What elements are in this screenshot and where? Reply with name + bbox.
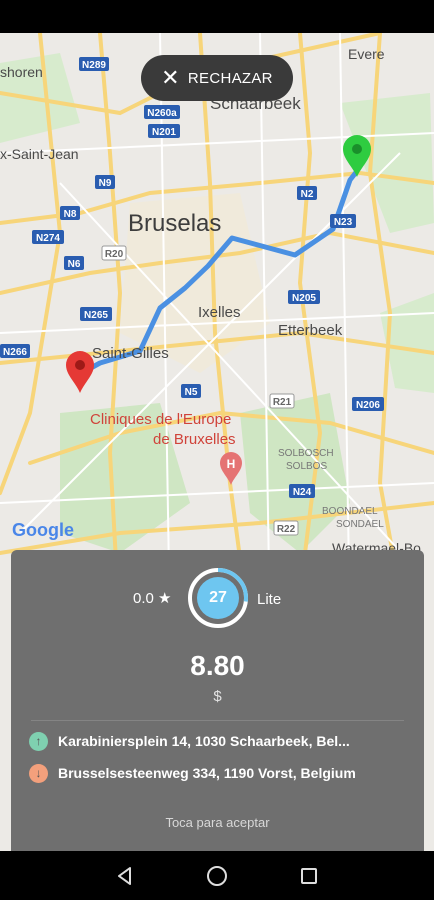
accept-hint: Toca para aceptar — [165, 815, 270, 830]
road-shield: N8 — [60, 206, 80, 220]
place-label: BOONDAEL — [322, 506, 378, 517]
place-label: de Bruxelles — [153, 431, 236, 448]
road-shield: N289 — [79, 57, 109, 71]
google-logo: Google — [12, 520, 74, 540]
road-shield: N6 — [64, 256, 84, 270]
place-label: Evere — [348, 46, 385, 62]
svg-text:N9: N9 — [99, 178, 112, 189]
city-label: Bruselas — [128, 210, 221, 237]
road-shield: N260a — [144, 105, 180, 119]
close-icon: ✕ — [161, 65, 180, 90]
road-shield: N24 — [289, 484, 315, 498]
fare-currency: $ — [213, 688, 222, 705]
road-shield: N23 — [330, 214, 356, 228]
dropoff-address: Brusselsesteenweg 334, 1190 Vorst, Belgi… — [58, 765, 356, 781]
road-shield: N206 — [352, 397, 384, 411]
ride-request-card[interactable]: 0.0 ★ 27 Lite 8.80 $ ↑ Karabiniersplein … — [11, 550, 424, 851]
rating-label: 0.0 ★ — [133, 590, 172, 607]
reject-button-label: RECHAZAR — [187, 69, 273, 87]
svg-text:N206: N206 — [356, 400, 380, 411]
svg-text:N6: N6 — [68, 259, 81, 270]
road-shield-label: N289 — [82, 60, 106, 71]
place-label: Etterbeek — [278, 322, 343, 339]
place-label: Ixelles — [198, 304, 241, 321]
svg-text:R22: R22 — [277, 524, 296, 535]
svg-text:N274: N274 — [36, 233, 60, 244]
road-shield: N2 — [297, 186, 317, 200]
svg-text:N5: N5 — [185, 387, 198, 398]
place-label: x-Saint-Jean — [0, 146, 79, 162]
road-shield: N205 — [288, 290, 320, 304]
place-label: Cliniques de l'Europe — [90, 411, 231, 428]
svg-text:N205: N205 — [292, 293, 316, 304]
road-shield: N274 — [32, 230, 64, 244]
svg-text:R20: R20 — [105, 249, 124, 260]
road-shield: N265 — [80, 307, 112, 321]
arrow-up-icon: ↑ — [29, 731, 48, 751]
svg-text:N265: N265 — [84, 310, 108, 321]
svg-text:N23: N23 — [334, 217, 353, 228]
svg-text:N8: N8 — [64, 209, 77, 220]
svg-text:N260a: N260a — [147, 108, 177, 119]
service-tier: Lite — [257, 591, 282, 608]
home-icon[interactable] — [204, 863, 230, 889]
road-shield: N266 — [0, 344, 30, 358]
road-shield: R21 — [269, 393, 295, 409]
road-shield: R22 — [273, 520, 299, 536]
road-shield: N201 — [148, 124, 180, 138]
recents-icon[interactable] — [296, 863, 322, 889]
svg-text:N266: N266 — [3, 347, 27, 358]
reject-button[interactable]: ✕ RECHAZAR — [141, 55, 293, 101]
ride-summary-row: 0.0 ★ 27 Lite — [11, 567, 424, 637]
divider — [31, 720, 404, 721]
dropoff-address-row: ↓ Brusselsesteenweg 334, 1190 Vorst, Bel… — [29, 762, 409, 784]
place-label: shoren — [0, 64, 43, 80]
svg-text:H: H — [227, 457, 236, 471]
system-nav-bar — [0, 851, 434, 900]
road-shield: R20 — [101, 245, 127, 261]
arrow-down-icon: ↓ — [29, 763, 48, 783]
svg-text:N2: N2 — [301, 189, 314, 200]
svg-text:R21: R21 — [273, 397, 292, 408]
pickup-address-row: ↑ Karabiniersplein 14, 1030 Schaarbeek, … — [29, 730, 409, 752]
road-shield: N5 — [181, 384, 201, 398]
svg-text:N201: N201 — [152, 127, 176, 138]
timer-value: 27 — [209, 589, 227, 606]
road-shield: N9 — [95, 175, 115, 189]
svg-text:N24: N24 — [293, 487, 312, 498]
place-label: SOLBOSCH — [278, 448, 334, 459]
pickup-address: Karabiniersplein 14, 1030 Schaarbeek, Be… — [58, 733, 350, 749]
place-label: SOLBOS — [286, 461, 327, 472]
back-icon[interactable] — [112, 863, 138, 889]
place-label: SONDAEL — [336, 519, 384, 530]
status-bar — [0, 0, 434, 33]
fare-price: 8.80 — [190, 650, 245, 681]
place-label: Saint-Gilles — [92, 345, 169, 362]
